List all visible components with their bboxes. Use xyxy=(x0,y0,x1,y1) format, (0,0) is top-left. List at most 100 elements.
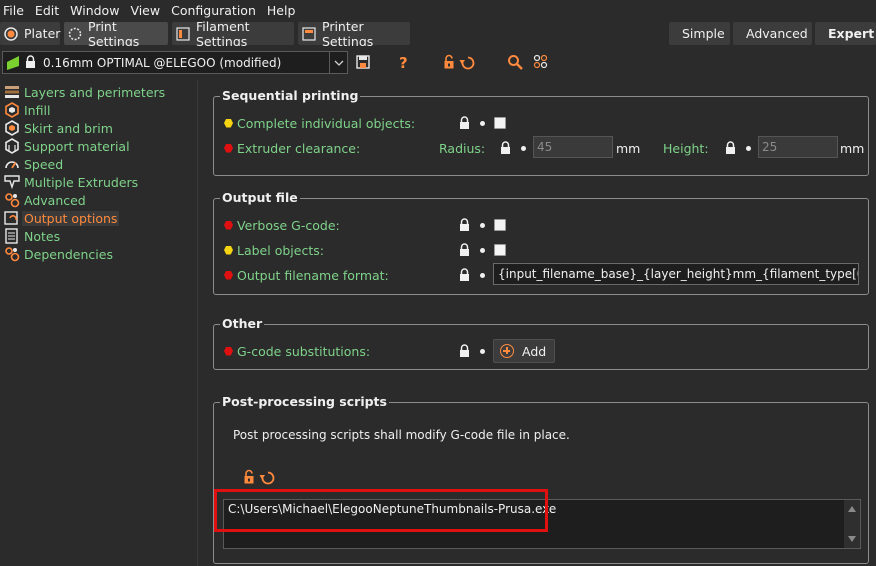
expert-mode-icon xyxy=(224,143,233,153)
settings-sidebar: Layers and perimeters Infill Skirt and b… xyxy=(0,80,198,566)
complete-objects-checkbox[interactable] xyxy=(494,117,506,129)
lock-icon[interactable] xyxy=(500,141,511,154)
sidebar-item-label: Speed xyxy=(24,156,64,172)
option-extruder-clearance: Extruder clearance: xyxy=(224,138,360,158)
system-value-icon xyxy=(521,146,526,151)
svg-text:?: ? xyxy=(399,54,408,70)
system-value-icon xyxy=(480,349,485,354)
preset-row: 0.16mm OPTIMAL @ELEGOO (modified) ? xyxy=(0,46,876,80)
option-gcode-substitutions: G-code substitutions: xyxy=(224,341,370,361)
dependencies-icon xyxy=(4,246,20,262)
lock-icon[interactable] xyxy=(459,116,470,129)
chevron-down-icon[interactable] xyxy=(329,52,347,73)
tab-plater[interactable]: Plater xyxy=(0,22,60,45)
lock-icon[interactable] xyxy=(725,141,736,154)
sidebar-item-label: Output options xyxy=(22,210,120,226)
mode-expert-button[interactable]: Expert xyxy=(815,22,876,45)
group-title: Post-processing scripts xyxy=(220,394,389,410)
output-filename-input[interactable]: {input_filename_base}_{layer_height}mm_{… xyxy=(493,263,859,285)
menu-edit[interactable]: Edit xyxy=(32,0,67,21)
advanced-mode-icon xyxy=(224,245,233,255)
height-input[interactable]: 25 xyxy=(758,136,838,158)
infill-icon xyxy=(4,102,20,118)
unlock-reset-icon[interactable] xyxy=(243,469,277,488)
verbose-gcode-checkbox[interactable] xyxy=(494,219,506,231)
sidebar-item-advanced[interactable]: Advanced xyxy=(0,191,86,209)
print-settings-icon xyxy=(68,27,82,41)
sidebar-item-support[interactable]: Support material xyxy=(0,137,130,155)
speed-icon xyxy=(4,156,20,172)
mode-simple-button[interactable]: Simple xyxy=(669,22,730,45)
lock-icon[interactable] xyxy=(459,268,470,281)
sidebar-item-output-options[interactable]: Output options xyxy=(0,209,120,227)
sidebar-item-speed[interactable]: Speed xyxy=(0,155,63,173)
post-processing-note: Post processing scripts shall modify G-c… xyxy=(233,428,570,442)
lock-icon[interactable] xyxy=(459,243,470,256)
output-file-group: Output file Verbose G-code: Label object… xyxy=(213,190,869,295)
preset-flag-icon xyxy=(7,56,21,73)
tab-label: Printer Settings xyxy=(322,18,374,49)
unlock-reset-icon[interactable] xyxy=(443,54,477,70)
tab-printer-settings[interactable]: Printer Settings xyxy=(298,19,410,49)
other-group: Other G-code substitutions: Add xyxy=(213,316,869,370)
sidebar-item-notes[interactable]: Notes xyxy=(0,227,60,245)
mode-label: Expert xyxy=(828,26,875,41)
option-label: G-code substitutions: xyxy=(237,343,371,359)
mode-advanced-button[interactable]: Advanced xyxy=(733,22,812,45)
tab-filament-settings[interactable]: Filament Settings xyxy=(172,19,294,49)
option-verbose-gcode: Verbose G-code: xyxy=(224,215,340,235)
system-value-icon xyxy=(480,223,485,228)
add-substitution-button[interactable]: Add xyxy=(493,339,556,363)
sidebar-item-skirt[interactable]: Skirt and brim xyxy=(0,119,113,137)
support-icon xyxy=(4,138,20,154)
sidebar-item-infill[interactable]: Infill xyxy=(0,101,50,119)
sequential-printing-group: Sequential printing Complete individual … xyxy=(213,88,869,176)
advanced-icon xyxy=(4,192,20,208)
lock-icon[interactable] xyxy=(459,218,470,231)
menu-file[interactable]: File xyxy=(0,0,32,21)
sidebar-item-extruders[interactable]: Multiple Extruders xyxy=(0,173,138,191)
group-title: Other xyxy=(220,316,265,332)
label-objects-checkbox[interactable] xyxy=(494,244,506,256)
radius-unit: mm xyxy=(616,141,641,156)
lock-icon xyxy=(25,55,36,72)
tab-label: Filament Settings xyxy=(196,18,250,49)
sidebar-item-label: Notes xyxy=(24,228,61,244)
sidebar-item-label: Skirt and brim xyxy=(24,120,113,136)
sidebar-item-layers[interactable]: Layers and perimeters xyxy=(0,83,165,101)
expert-mode-icon xyxy=(224,346,233,356)
radius-input[interactable]: 45 xyxy=(533,136,613,158)
preset-value: 0.16mm OPTIMAL @ELEGOO (modified) xyxy=(43,55,282,70)
option-label: Verbose G-code: xyxy=(237,217,340,233)
post-processing-group: Post-processing scripts Post processing … xyxy=(213,394,869,564)
option-label-objects: Label objects: xyxy=(224,240,324,260)
compare-icon[interactable] xyxy=(533,54,549,70)
sidebar-item-label: Multiple Extruders xyxy=(24,174,139,190)
textarea-scrollbar[interactable] xyxy=(844,500,860,548)
question-icon[interactable]: ? xyxy=(396,54,412,72)
option-label: Complete individual objects: xyxy=(237,115,416,131)
advanced-mode-icon xyxy=(224,118,233,128)
lock-icon[interactable] xyxy=(459,344,470,357)
notes-icon xyxy=(4,228,20,244)
search-icon[interactable] xyxy=(507,54,523,70)
filament-settings-icon xyxy=(176,26,190,41)
printer-settings-icon xyxy=(302,26,316,41)
tab-print-settings[interactable]: Print Settings xyxy=(64,19,168,49)
expert-mode-icon xyxy=(224,220,233,230)
scroll-up-icon[interactable] xyxy=(848,506,856,512)
save-preset-icon[interactable] xyxy=(355,54,371,70)
preset-select[interactable]: 0.16mm OPTIMAL @ELEGOO (modified) xyxy=(2,51,348,74)
system-value-icon xyxy=(480,121,485,126)
scroll-down-icon[interactable] xyxy=(848,536,856,542)
height-unit: mm xyxy=(840,141,865,156)
sidebar-item-dependencies[interactable]: Dependencies xyxy=(0,245,113,263)
mode-label: Advanced xyxy=(746,26,808,41)
add-button-label: Add xyxy=(522,343,547,359)
add-icon xyxy=(500,344,514,358)
red-highlight-box xyxy=(214,489,548,532)
mode-label: Simple xyxy=(682,26,725,41)
output-icon xyxy=(4,210,20,226)
option-label: Extruder clearance: xyxy=(237,140,361,156)
plater-icon xyxy=(4,26,18,41)
